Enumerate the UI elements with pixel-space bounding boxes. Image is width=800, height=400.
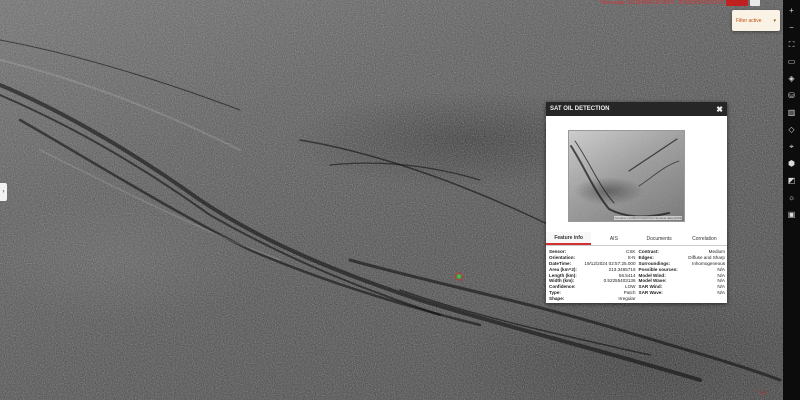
field-value: N/A (717, 290, 725, 296)
filter-active-badge[interactable]: Filter active ▾ (732, 10, 780, 31)
eraser-button[interactable]: ◇ (785, 123, 798, 136)
oil-button[interactable]: ⬢ (785, 157, 798, 170)
sun-icon: ☼ (787, 192, 796, 202)
fullscreen-button[interactable]: ⛶ (785, 38, 798, 51)
sat-oil-detection-popup: SAT OIL DETECTION ✖ Contains modified Co… (546, 102, 727, 303)
time-range-toggle[interactable] (750, 0, 760, 6)
minus-icon: − (789, 22, 794, 32)
popup-tabs: Feature info AIS Documents Correlation (546, 232, 727, 246)
layers-icon: ◈ (788, 73, 795, 83)
contrast-icon: ◩ (787, 175, 796, 185)
close-icon[interactable]: ✖ (716, 105, 723, 114)
brightness-button[interactable]: ☼ (785, 191, 798, 204)
contrast-button[interactable]: ◩ (785, 174, 798, 187)
database-icon: ⛁ (788, 90, 795, 100)
tab-feature-info[interactable]: Feature info (546, 232, 592, 245)
zoom-in-button[interactable]: + (785, 4, 798, 17)
zoom-out-button[interactable]: − (785, 21, 798, 34)
feature-info-row: SAR Wave: N/A (639, 290, 726, 296)
save-button[interactable]: ▣ (785, 208, 798, 221)
topbar: Time range: 16/12/2024 05:28:07 - 20/12/… (600, 0, 760, 6)
filter-active-label: Filter active (736, 17, 762, 24)
time-range-button[interactable] (726, 0, 748, 6)
tab-correlation[interactable]: Correlation (682, 232, 727, 245)
book-button[interactable]: ▥ (785, 106, 798, 119)
feature-info-right-column: Contrast: Medium Edges: Diffuse and Sharp Su… (639, 249, 726, 302)
time-range-label: Time range: 16/12/2024 05:28:07 - 20/12/… (600, 0, 725, 6)
side-panel-handle[interactable]: › (0, 183, 7, 201)
popup-header: SAT OIL DETECTION ✖ (546, 102, 727, 116)
expand-icon: ⛶ (788, 39, 795, 49)
plus-icon: + (789, 5, 794, 15)
popup-title: SAT OIL DETECTION (550, 106, 610, 112)
brand-logo-watermark: ◔◕ (752, 385, 768, 399)
eraser-icon: ◇ (788, 124, 795, 134)
field-label: Shape: (549, 296, 565, 302)
pin-icon: ⌖ (789, 141, 794, 151)
field-value: Irregular (618, 296, 636, 302)
tab-documents[interactable]: Documents (637, 232, 682, 245)
tab-ais[interactable]: AIS (591, 232, 636, 245)
book-icon: ▥ (787, 107, 796, 117)
feature-info-row: Shape: Irregular (549, 296, 636, 302)
layers-button[interactable]: ◈ (785, 72, 798, 85)
location-button[interactable]: ⌖ (785, 140, 798, 153)
caret-down-icon: ▾ (773, 17, 776, 24)
oil-drop-icon: ⬢ (788, 158, 795, 168)
feature-info-left-column: Sensor: CSK Orientation: S-N DateTime: 19/12/… (549, 249, 639, 302)
thumbnail-caption: Contains modified Copernicus Sentinel da… (614, 216, 682, 220)
detection-marker[interactable] (455, 272, 463, 281)
feature-info-panel: Sensor: CSK Orientation: S-N DateTime: 19/12/… (549, 249, 725, 302)
floppy-icon: ▣ (787, 209, 796, 219)
chevron-right-icon: › (2, 189, 5, 195)
thumbnail-slick-pattern (569, 131, 684, 221)
ruler-button[interactable]: ▭ (785, 55, 798, 68)
map-toolbar: + − ⛶ ▭ ◈ ⛁ ▥ ◇ ⌖ ⬢ ◩ ☼ ▣ (783, 0, 800, 400)
ruler-icon: ▭ (787, 56, 796, 66)
database-button[interactable]: ⛁ (785, 89, 798, 102)
field-label: SAR Wave: (638, 290, 663, 296)
detection-thumbnail[interactable]: Contains modified Copernicus Sentinel da… (568, 130, 685, 222)
